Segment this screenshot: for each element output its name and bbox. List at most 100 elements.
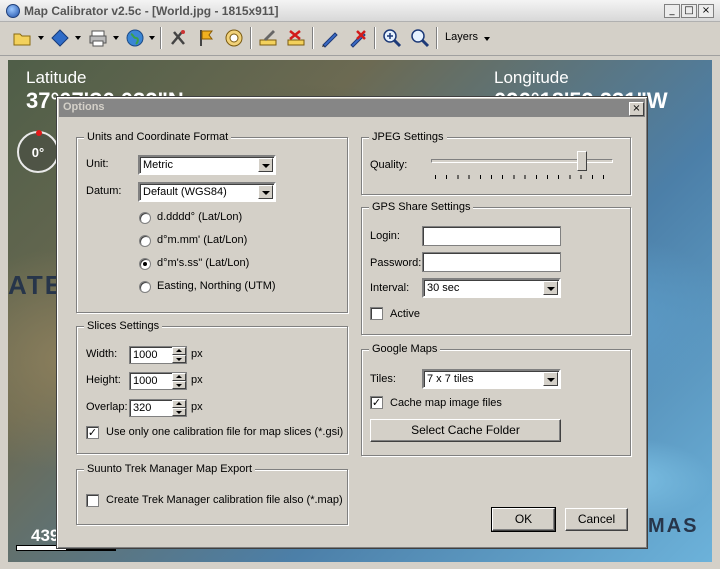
width-label: Width: [86, 348, 118, 360]
map-region-text: MAS [648, 515, 699, 537]
latitude-label: Latitude [26, 68, 87, 87]
gps-group-title: GPS Share Settings [369, 201, 474, 213]
chevron-down-icon[interactable] [258, 158, 273, 172]
interval-label: Interval: [370, 282, 410, 294]
print-dropdown-arrow[interactable] [113, 36, 119, 40]
delete-ruler-icon[interactable] [284, 26, 308, 50]
overlap-stepper[interactable]: 320 [129, 399, 187, 417]
stepper-up-icon[interactable] [172, 347, 186, 355]
quality-label: Quality: [370, 159, 408, 171]
cancel-button[interactable]: Cancel [565, 508, 628, 531]
height-unit: px [191, 374, 203, 386]
gps-share-group: GPS Share Settings Login: Password: Inte… [361, 201, 631, 335]
single-calibration-label[interactable]: Use only one calibration file for map sl… [106, 426, 343, 438]
overlap-label: Overlap: [86, 401, 128, 413]
tiles-label: Tiles: [370, 373, 396, 385]
select-cache-folder-button[interactable]: Select Cache Folder [370, 419, 561, 442]
ok-button[interactable]: OK [491, 507, 556, 532]
open-dropdown-arrow[interactable] [38, 36, 44, 40]
suunto-group-title: Suunto Trek Manager Map Export [84, 463, 256, 475]
maximize-button[interactable]: □ [681, 4, 697, 18]
edit-pen-icon[interactable] [318, 26, 342, 50]
format-dddd-label[interactable]: d.dddd° (Lat/Lon) [157, 211, 242, 223]
flag-icon[interactable] [194, 26, 218, 50]
print-icon[interactable] [86, 26, 110, 50]
stepper-down-icon[interactable] [172, 355, 186, 363]
north-marker-icon [36, 130, 42, 136]
format-dms-label[interactable]: d°m's.ss" (Lat/Lon) [157, 257, 249, 269]
stepper-up-icon[interactable] [172, 400, 186, 408]
format-utm-radio[interactable] [139, 281, 151, 293]
width-unit: px [191, 348, 203, 360]
trek-manager-checkbox[interactable] [86, 494, 99, 507]
dialog-title-bar[interactable]: Options × [59, 99, 645, 117]
overlap-unit: px [191, 401, 203, 413]
save-disk-icon[interactable] [48, 26, 72, 50]
globe-icon[interactable] [123, 26, 147, 50]
height-stepper[interactable]: 1000 [129, 372, 187, 390]
format-dddd-radio[interactable] [139, 212, 151, 224]
datum-select[interactable]: Default (WGS84) [138, 182, 276, 202]
toolbar-separator [312, 27, 314, 49]
active-label[interactable]: Active [390, 308, 420, 320]
stepper-down-icon[interactable] [172, 381, 186, 389]
toolbar-separator [250, 27, 252, 49]
units-group-title: Units and Coordinate Format [84, 131, 232, 143]
format-dmmm-label[interactable]: d°m.mm' (Lat/Lon) [157, 234, 247, 246]
stepper-up-icon[interactable] [172, 373, 186, 381]
google-maps-group: Google Maps Tiles: 7 x 7 tiles ✓ Cache m… [361, 343, 631, 456]
login-label: Login: [370, 230, 400, 242]
dialog-title: Options [63, 101, 105, 113]
chevron-down-icon[interactable] [543, 281, 558, 295]
edit-ruler-icon[interactable] [256, 26, 280, 50]
chevron-down-icon[interactable] [258, 185, 273, 199]
single-calibration-checkbox[interactable]: ✓ [86, 426, 99, 439]
tiles-select[interactable]: 7 x 7 tiles [422, 369, 561, 389]
trek-manager-label[interactable]: Create Trek Manager calibration file als… [106, 494, 343, 506]
globe-dropdown-arrow[interactable] [149, 36, 155, 40]
zoom-in-icon[interactable] [380, 26, 404, 50]
dialog-close-button[interactable]: × [629, 102, 644, 116]
layers-menu-button[interactable]: Layers [445, 31, 478, 43]
toolbar-separator [436, 27, 438, 49]
format-utm-label[interactable]: Easting, Northing (UTM) [157, 280, 276, 292]
cache-files-label[interactable]: Cache map image files [390, 397, 502, 409]
app-globe-icon[interactable] [6, 4, 20, 18]
unit-select[interactable]: Metric [138, 155, 276, 175]
quality-slider-thumb[interactable] [577, 151, 588, 171]
width-stepper[interactable]: 1000 [129, 346, 187, 364]
open-folder-icon[interactable] [10, 26, 34, 50]
compass-icon[interactable] [222, 26, 246, 50]
interval-select[interactable]: 30 sec [422, 278, 561, 298]
compass-degrees: 0° [31, 145, 45, 160]
tools-icon[interactable] [166, 26, 190, 50]
format-dms-radio[interactable] [139, 258, 151, 270]
suunto-group: Suunto Trek Manager Map Export Create Tr… [76, 463, 348, 525]
longitude-label: Longitude [494, 68, 569, 87]
zoom-tool-icon[interactable] [408, 26, 432, 50]
options-dialog: Options × Units and Coordinate Format Un… [56, 96, 648, 549]
close-button[interactable]: × [698, 4, 714, 18]
cache-files-checkbox[interactable]: ✓ [370, 396, 383, 409]
units-group: Units and Coordinate Format Unit: Metric… [76, 131, 348, 313]
datum-label: Datum: [86, 185, 122, 197]
stepper-down-icon[interactable] [172, 408, 186, 416]
compass-rose-icon[interactable]: 0° [17, 130, 59, 173]
jpeg-group-title: JPEG Settings [369, 131, 447, 143]
quality-slider-ticks [435, 175, 611, 179]
format-dmmm-radio[interactable] [139, 235, 151, 247]
save-dropdown-arrow[interactable] [75, 36, 81, 40]
active-checkbox[interactable] [370, 307, 383, 320]
unit-label: Unit: [86, 158, 109, 170]
chevron-down-icon[interactable] [543, 372, 558, 386]
password-field[interactable] [422, 252, 561, 272]
toolbar-separator [160, 27, 162, 49]
title-bar: Map Calibrator v2.5c - [World.jpg - 1815… [0, 0, 720, 22]
window-title: Map Calibrator v2.5c - [World.jpg - 1815… [24, 4, 279, 18]
google-group-title: Google Maps [369, 343, 441, 355]
delete-pen-icon[interactable] [346, 26, 370, 50]
toolbar-separator [374, 27, 376, 49]
chevron-down-icon[interactable] [484, 37, 490, 41]
minimize-button[interactable]: _ [664, 4, 680, 18]
login-field[interactable] [422, 226, 561, 246]
